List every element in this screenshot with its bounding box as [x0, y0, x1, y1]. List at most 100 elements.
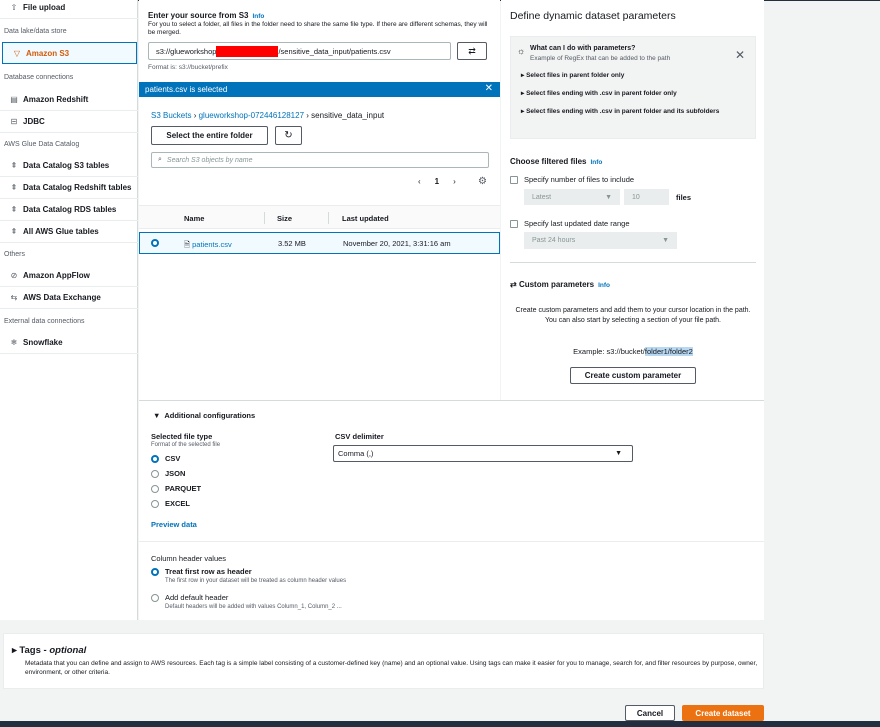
date-range-checkbox-row[interactable]: Specify last updated date range [510, 219, 630, 228]
catalog-icon: ⇞ [10, 227, 18, 236]
search-icon: ⌕ [158, 156, 162, 163]
divider [510, 262, 756, 263]
adjust-icon: ⇄ [510, 280, 517, 289]
page-number[interactable]: 1 [435, 177, 439, 186]
delimiter-label: CSV delimiter [335, 432, 384, 441]
search-input[interactable]: ⌕ Search S3 objects by name [151, 152, 489, 168]
appflow-icon: ⊘ [10, 271, 18, 280]
file-type-label: Selected file type [151, 432, 213, 441]
radio-excel[interactable] [151, 499, 159, 508]
file-updated: November 20, 2021, 3:31:16 am [343, 239, 451, 248]
upload-icon: ⇧ [10, 3, 18, 12]
caret-right-icon: ▸ [521, 72, 525, 79]
sidebar-item-amazon-redshift[interactable]: ▤ Amazon Redshift [0, 89, 138, 111]
help-item[interactable]: ▸ Select files ending with .csv in paren… [521, 89, 721, 98]
column-size[interactable]: Size [277, 214, 292, 223]
column-name[interactable]: Name [184, 214, 204, 223]
date-range-checkbox[interactable] [510, 219, 518, 228]
help-title: What can I do with parameters? [530, 45, 636, 52]
close-icon[interactable]: ✕ [735, 48, 745, 62]
file-type-sub: Format of the selected file [151, 442, 221, 448]
radio-parquet[interactable] [151, 484, 159, 493]
additional-config-toggle[interactable]: ▼ Additional configurations [153, 411, 255, 420]
radio-csv[interactable] [151, 454, 159, 463]
select-folder-button[interactable]: Select the entire folder [151, 126, 268, 145]
gear-icon[interactable]: ⚙ [478, 176, 487, 187]
tags-toggle[interactable]: ▸ Tags - optional [12, 645, 86, 656]
num-files-checkbox-row[interactable]: Specify number of files to include [510, 175, 634, 184]
sidebar-item-amazon-s3[interactable]: ▽ Amazon S3 [2, 42, 137, 64]
lightbulb-icon: ☼ [517, 46, 526, 56]
sidebar-section: Data lake/data store [4, 28, 67, 35]
custom-params-example: Example: s3://bucket/folder1/folder2 [573, 347, 693, 356]
chevron-left-icon[interactable]: ‹ [418, 177, 421, 186]
delimiter-select[interactable]: Comma (,) ▼ [333, 445, 633, 462]
info-link[interactable]: Info [598, 282, 610, 289]
caret-down-icon: ▼ [615, 450, 622, 457]
sidebar-section: External data connections [4, 318, 85, 325]
table-row[interactable]: 🗎 patients.csv 3.52 MB November 20, 2021… [139, 232, 500, 254]
sidebar-item-data-exchange[interactable]: ⇆ AWS Data Exchange [0, 287, 138, 309]
cancel-button[interactable]: Cancel [625, 705, 675, 721]
file-type-csv[interactable]: CSV [151, 454, 180, 463]
file-type-excel[interactable]: EXCEL [151, 499, 190, 508]
bottom-bar [0, 721, 880, 727]
file-icon: 🗎 [184, 240, 191, 249]
header-option-first-row[interactable]: Treat first row as header [151, 567, 252, 576]
preview-data-link[interactable]: Preview data [151, 520, 197, 529]
tags-description: Metadata that you can define and assign … [25, 660, 758, 676]
info-link[interactable]: Info [590, 159, 602, 166]
exchange-icon: ⇆ [10, 293, 18, 302]
crumb-folder: sensitive_data_input [311, 111, 385, 120]
sidebar-item-appflow[interactable]: ⊘ Amazon AppFlow [0, 265, 138, 287]
row-radio[interactable] [151, 239, 159, 247]
sidebar-section: Database connections [4, 74, 74, 81]
info-link[interactable]: Info [252, 13, 264, 20]
source-description: For you to select a folder, all files in… [148, 21, 488, 36]
date-range-select: Past 24 hours ▼ [524, 232, 677, 249]
parameters-title: Define dynamic dataset parameters [510, 10, 676, 22]
sidebar-item-catalog-redshift[interactable]: ⇞ Data Catalog Redshift tables [0, 177, 138, 199]
sidebar-section: AWS Glue Data Catalog [4, 141, 80, 148]
sidebar-item-snowflake[interactable]: ❄ Snowflake [0, 332, 138, 354]
sidebar-item-catalog-s3[interactable]: ⇞ Data Catalog S3 tables [0, 155, 138, 177]
sidebar-item-file-upload[interactable]: ⇧ File upload [0, 0, 138, 19]
crumb-bucket[interactable]: glueworkshop-072446128127 [199, 111, 304, 120]
additional-config-panel [139, 400, 764, 620]
files-unit: files [676, 193, 692, 202]
sidebar-item-jdbc[interactable]: ⊟ JDBC [0, 111, 138, 133]
sidebar-item-all-glue-tables[interactable]: ⇞ All AWS Glue tables [0, 221, 138, 243]
chevron-right-icon[interactable]: › [453, 177, 456, 186]
create-custom-parameter-button[interactable]: Create custom parameter [570, 367, 696, 384]
sidebar-item-catalog-rds[interactable]: ⇞ Data Catalog RDS tables [0, 199, 138, 221]
pagination: ‹ 1 › [418, 177, 456, 186]
radio-default-header[interactable] [151, 593, 159, 602]
adjust-icon: ⇄ [468, 45, 476, 56]
file-type-json[interactable]: JSON [151, 469, 185, 478]
file-size: 3.52 MB [278, 239, 306, 248]
radio-first-row[interactable] [151, 567, 159, 576]
crumb-s3-buckets[interactable]: S3 Buckets [151, 111, 191, 120]
caret-right-icon: ▸ [12, 645, 17, 656]
column-last-updated[interactable]: Last updated [342, 214, 389, 223]
browse-s3-button[interactable]: ⇄ [457, 42, 487, 60]
header-option-first-row-sub: The first row in your dataset will be tr… [165, 578, 347, 584]
radio-json[interactable] [151, 469, 159, 478]
table-header: Name Size Last updated [139, 205, 500, 229]
help-item[interactable]: ▸ Select files in parent folder only [521, 71, 721, 80]
sidebar-section: Others [4, 251, 26, 258]
header-option-default[interactable]: Add default header [151, 593, 228, 602]
s3-path-input[interactable]: s3://glueworkshop/sensitive_data_input/p… [148, 42, 451, 60]
help-item[interactable]: ▸ Select files ending with .csv in paren… [521, 107, 731, 116]
file-name[interactable]: patients.csv [192, 240, 232, 249]
catalog-icon: ⇞ [10, 161, 18, 170]
help-subtitle: Example of RegEx that can be added to th… [530, 55, 671, 62]
create-dataset-button[interactable]: Create dataset [682, 705, 764, 721]
caret-right-icon: ▸ [521, 108, 525, 115]
refresh-button[interactable]: ↻ [275, 126, 302, 145]
sidebar: ⇧ File upload Data lake/data store ▽ Amazo… [0, 0, 138, 620]
num-files-checkbox[interactable] [510, 175, 518, 184]
close-icon[interactable]: ✕ [485, 83, 493, 94]
num-files-input: 10 [624, 189, 669, 205]
file-type-parquet[interactable]: PARQUET [151, 484, 201, 493]
